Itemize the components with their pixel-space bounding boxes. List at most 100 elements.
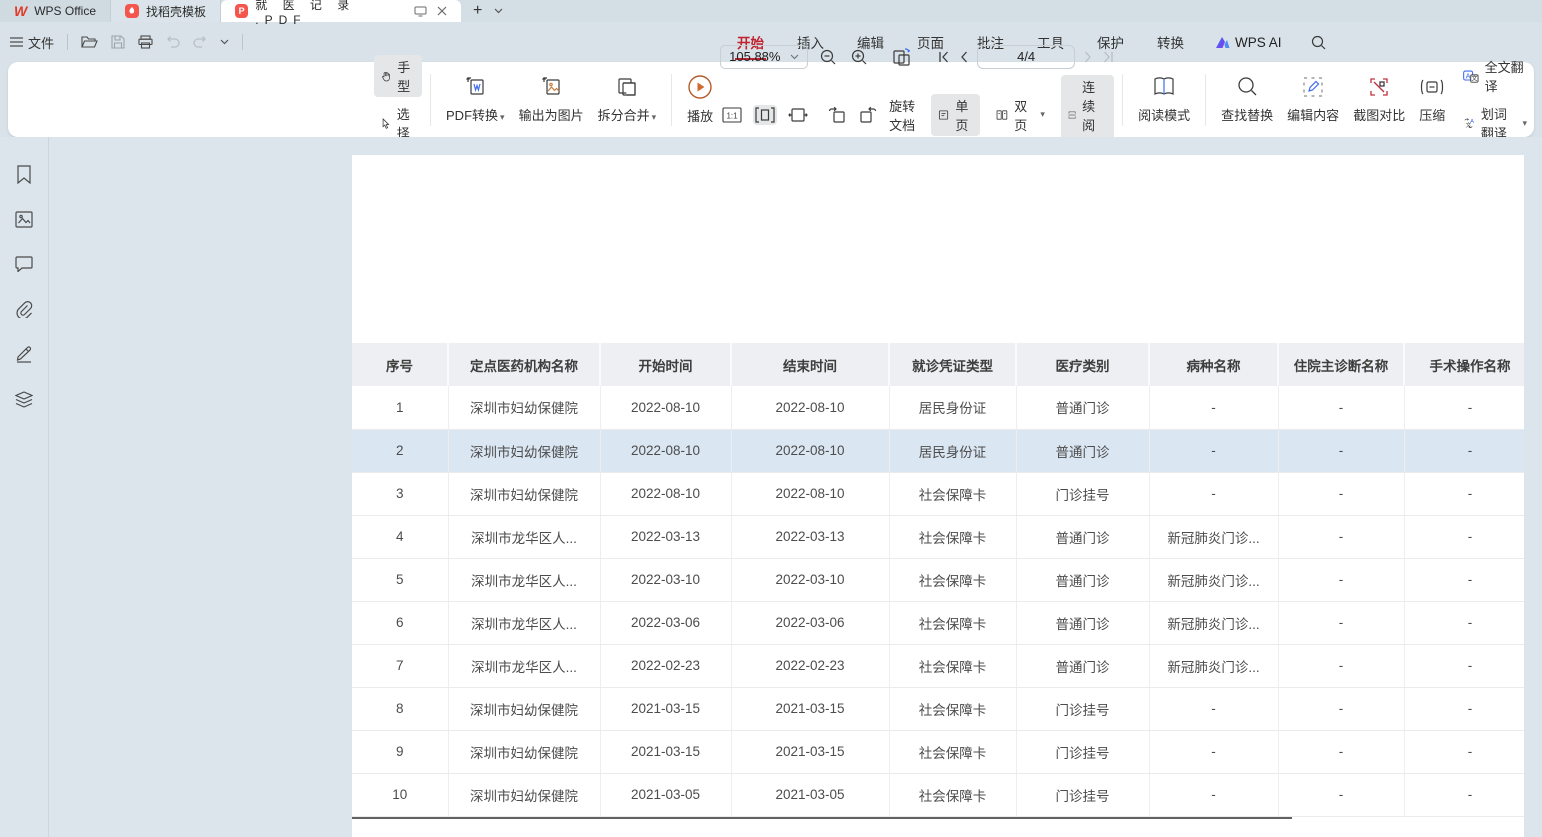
- comment-panel-icon[interactable]: [11, 251, 37, 277]
- screenshot-compare-icon: [1367, 75, 1391, 99]
- table-header-row: 序号定点医药机构名称开始时间结束时间就诊凭证类型医疗类别病种名称住院主诊断名称手…: [352, 343, 1536, 386]
- next-page-button[interactable]: [1084, 51, 1093, 63]
- table-cell: 2022-08-10: [600, 386, 731, 429]
- new-tab-button[interactable]: +: [473, 2, 482, 20]
- open-file-icon[interactable]: [81, 35, 98, 49]
- table-row: 4深圳市龙华区人...2022-03-132022-03-13社会保障卡普通门诊…: [352, 515, 1536, 558]
- tab-docer-templates[interactable]: 找稻壳模板: [111, 0, 221, 22]
- fit-width-button[interactable]: [753, 105, 777, 125]
- medical-records-table: 序号定点医药机构名称开始时间结束时间就诊凭证类型医疗类别病种名称住院主诊断名称手…: [352, 343, 1524, 819]
- table-cell: 2022-03-06: [600, 601, 731, 644]
- bookmark-icon[interactable]: [11, 161, 37, 187]
- close-icon[interactable]: [437, 6, 447, 16]
- table-cell: 9: [352, 730, 448, 773]
- wps-logo-icon: W: [14, 4, 27, 18]
- export-as-image-button[interactable]: 输出为图片: [512, 72, 591, 127]
- find-replace-button[interactable]: 查找替换: [1214, 72, 1280, 127]
- table-cell: 社会保障卡: [889, 515, 1016, 558]
- read-mode-button[interactable]: 阅读模式: [1131, 72, 1197, 127]
- menu-item[interactable]: 转换: [1155, 28, 1186, 56]
- read-mode-icon: [1152, 75, 1176, 99]
- fit-page-button[interactable]: [786, 105, 810, 125]
- table-cell: 6: [352, 601, 448, 644]
- table-cell: 新冠肺炎门诊...: [1149, 601, 1278, 644]
- table-cell: 社会保障卡: [889, 558, 1016, 601]
- divider: [242, 34, 243, 50]
- table-cell: -: [1278, 515, 1404, 558]
- table-cell: 2022-08-10: [731, 472, 889, 515]
- table-row: 8深圳市妇幼保健院2021-03-152021-03-15社会保障卡门诊挂号--…: [352, 687, 1536, 730]
- zoom-out-button[interactable]: [817, 46, 839, 68]
- menu-search-icon[interactable]: [1311, 35, 1326, 50]
- table-cell: -: [1149, 386, 1278, 429]
- word-translation-icon: 文A: [1463, 115, 1475, 131]
- single-page-button[interactable]: 单页: [931, 94, 980, 136]
- table-cell: 深圳市妇幼保健院: [448, 472, 600, 515]
- redo-icon[interactable]: [193, 36, 207, 48]
- table-row: 6深圳市龙华区人...2022-03-062022-03-06社会保障卡普通门诊…: [352, 601, 1536, 644]
- table-cell: 2: [352, 429, 448, 472]
- hand-tool-button[interactable]: 手型: [374, 55, 422, 97]
- table-cell: -: [1404, 687, 1536, 730]
- zoom-in-button[interactable]: [848, 46, 870, 68]
- ribbon-toolbar: 手型 选择 PDF转换▾ 输出为图片 拆分合并▾ 播放 105.88%: [8, 62, 1534, 137]
- undo-icon[interactable]: [166, 36, 180, 48]
- table-cell: -: [1404, 472, 1536, 515]
- attachment-icon[interactable]: [11, 296, 37, 322]
- wps-ai-button[interactable]: WPS AI: [1215, 35, 1282, 50]
- table-cell: -: [1404, 558, 1536, 601]
- last-page-button[interactable]: [1102, 51, 1114, 63]
- rotate-doc-label[interactable]: 旋转文档: [889, 96, 916, 134]
- svg-text:文: 文: [1472, 74, 1478, 82]
- save-icon[interactable]: [111, 35, 125, 49]
- rotate-right-button[interactable]: [857, 104, 880, 125]
- divider: [67, 34, 68, 50]
- document-workspace: 序号定点医药机构名称开始时间结束时间就诊凭证类型医疗类别病种名称住院主诊断名称手…: [0, 137, 1542, 837]
- table-cell: 门诊挂号: [1016, 472, 1149, 515]
- table-row: 10深圳市妇幼保健院2021-03-052021-03-05社会保障卡门诊挂号-…: [352, 773, 1536, 816]
- table-cell: 2022-03-13: [600, 515, 731, 558]
- table-cell: -: [1149, 730, 1278, 773]
- play-button[interactable]: 播放: [680, 71, 720, 128]
- actual-size-button[interactable]: 1:1: [720, 105, 744, 125]
- page-indicator-input[interactable]: 4/4: [977, 45, 1075, 69]
- compress-button[interactable]: 压缩: [1412, 72, 1452, 127]
- table-cell: -: [1278, 472, 1404, 515]
- table-cell: 2021-03-15: [600, 687, 731, 730]
- table-cell: 普通门诊: [1016, 644, 1149, 687]
- thumbnail-panel-icon[interactable]: [11, 206, 37, 232]
- layers-icon[interactable]: [11, 386, 37, 412]
- split-merge-button[interactable]: 拆分合并▾: [591, 72, 664, 127]
- first-page-button[interactable]: [938, 51, 950, 63]
- double-page-button[interactable]: 双页 ▾: [989, 94, 1052, 136]
- edit-content-button[interactable]: 编辑内容: [1280, 72, 1346, 127]
- chevron-down-icon: ▾: [652, 112, 657, 122]
- table-cell: 社会保障卡: [889, 730, 1016, 773]
- prev-page-button[interactable]: [959, 51, 968, 63]
- print-icon[interactable]: [138, 35, 153, 49]
- compress-icon: [1419, 75, 1445, 99]
- monitor-icon[interactable]: [414, 6, 427, 17]
- table-cell: -: [1404, 773, 1536, 816]
- full-translation-button[interactable]: A文 全文翻译: [1456, 55, 1534, 97]
- column-header: 开始时间: [600, 343, 731, 386]
- rotate-pages-button[interactable]: [889, 45, 915, 69]
- zoom-level-select[interactable]: 105.88%: [720, 45, 808, 69]
- pdf-page[interactable]: 序号定点医药机构名称开始时间结束时间就诊凭证类型医疗类别病种名称住院主诊断名称手…: [352, 155, 1524, 837]
- file-menu-button[interactable]: 文件: [10, 33, 54, 52]
- screenshot-compare-button[interactable]: 截图对比: [1346, 72, 1412, 127]
- table-cell: 1: [352, 386, 448, 429]
- table-cell: 2022-03-10: [600, 558, 731, 601]
- table-cell: 社会保障卡: [889, 472, 1016, 515]
- tab-document-pdf[interactable]: P 就 医 记 录 .PDF: [221, 0, 461, 22]
- pdf-file-icon: P: [235, 4, 248, 18]
- rotate-left-button[interactable]: [825, 104, 848, 125]
- tab-list-chevron-icon[interactable]: [494, 8, 503, 14]
- double-page-icon: [996, 107, 1008, 123]
- pdf-convert-button[interactable]: PDF转换▾: [439, 72, 512, 127]
- tab-wps-office[interactable]: W WPS Office: [0, 0, 111, 22]
- qat-chevron-icon[interactable]: [220, 39, 229, 45]
- table-cell: 深圳市龙华区人...: [448, 515, 600, 558]
- table-cell: -: [1278, 429, 1404, 472]
- signature-icon[interactable]: [11, 341, 37, 367]
